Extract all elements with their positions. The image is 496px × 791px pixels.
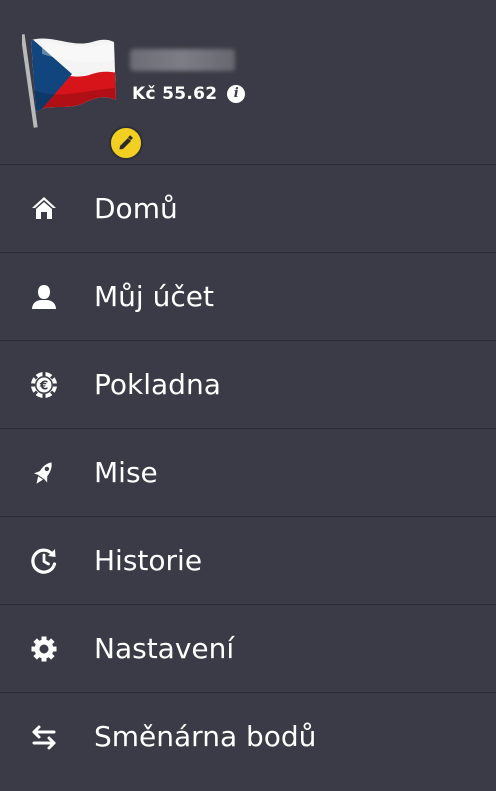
main-menu: Domů Můj účet € Pokladna Mise Historie N… <box>0 165 496 780</box>
chip-icon: € <box>27 368 61 402</box>
menu-item-missions[interactable]: Mise <box>0 429 496 517</box>
avatar[interactable] <box>20 30 143 160</box>
balance-value: Kč 55.62 <box>132 84 218 104</box>
menu-item-cashier[interactable]: € Pokladna <box>0 341 496 429</box>
profile-header: Kč 55.62 i <box>0 0 496 165</box>
home-icon <box>27 192 61 226</box>
history-icon <box>27 544 61 578</box>
menu-label-settings: Nastavení <box>94 632 235 665</box>
info-icon[interactable]: i <box>227 85 246 103</box>
svg-text:€: € <box>39 378 48 392</box>
navigation-drawer: Kč 55.62 i Domů Můj účet € Pokladna Mise… <box>0 0 496 791</box>
rocket-icon <box>27 456 61 490</box>
edit-avatar-button[interactable] <box>109 126 143 160</box>
menu-item-history[interactable]: Historie <box>0 517 496 605</box>
username-redacted <box>130 49 235 71</box>
menu-item-settings[interactable]: Nastavení <box>0 605 496 693</box>
menu-label-cashier: Pokladna <box>94 368 221 401</box>
exchange-icon <box>27 720 61 754</box>
menu-label-account: Můj účet <box>94 280 214 313</box>
czech-flag-icon <box>20 34 116 128</box>
menu-item-account[interactable]: Můj účet <box>0 253 496 341</box>
menu-item-points-exchange[interactable]: Směnárna bodů <box>0 693 496 780</box>
menu-label-home: Domů <box>94 192 178 225</box>
menu-item-home[interactable]: Domů <box>0 165 496 253</box>
menu-label-missions: Mise <box>94 456 158 489</box>
pencil-icon <box>119 135 133 150</box>
menu-label-points-exchange: Směnárna bodů <box>94 720 317 753</box>
user-icon <box>27 280 61 314</box>
balance-row: Kč 55.62 i <box>132 82 246 106</box>
gear-icon <box>27 632 61 666</box>
menu-label-history: Historie <box>94 544 203 577</box>
